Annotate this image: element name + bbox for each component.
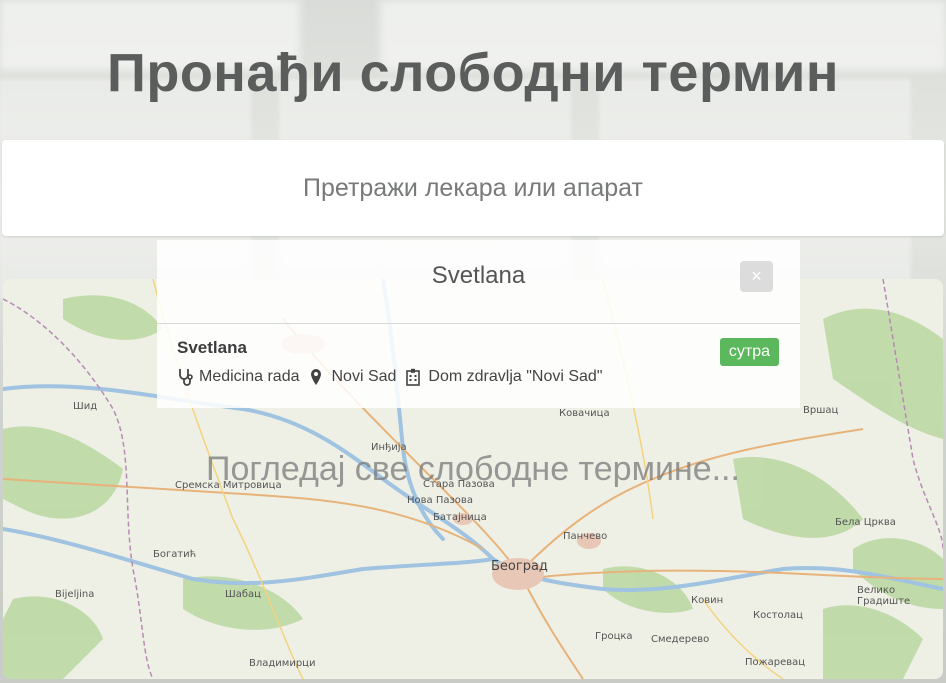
clear-search-button[interactable]: ×: [740, 261, 773, 292]
result-meta: Medicina rada Novi Sad Dom zdravlja "Nov…: [177, 368, 780, 386]
map-label-kostolac: Костолац: [753, 610, 803, 621]
map-marker-icon: [310, 368, 326, 386]
see-all-slots-link[interactable]: Погледај све слободне термине...: [0, 450, 946, 489]
search-query-text[interactable]: Svetlana: [157, 262, 800, 290]
map-label-pancevo: Панчево: [563, 531, 608, 542]
availability-badge: сутра: [719, 338, 779, 366]
map-label-sabac: Шабац: [225, 589, 261, 600]
hospital-icon: [406, 368, 422, 386]
map-label-bijeljina: Bijeljina: [55, 589, 95, 600]
specialty-label: Medicina rada: [199, 368, 300, 385]
stethoscope-icon: [177, 368, 193, 386]
map-label-vrsac: Вршац: [803, 405, 839, 416]
map-label-vladimirci: Владимирци: [249, 658, 316, 669]
map-label-beograd: Београд: [491, 559, 548, 574]
map-label-bogatic: Богатић: [153, 549, 197, 560]
search-results-dropdown: Svetlana × Svetlana сутра Medicina rada …: [157, 240, 800, 408]
map-label-sid: Шид: [73, 401, 98, 412]
map-label-bela-crkva: Бела Црква: [835, 517, 896, 528]
result-item[interactable]: Svetlana сутра Medicina rada Novi Sad Do…: [157, 324, 800, 408]
city-label: Novi Sad: [331, 368, 397, 385]
city: Novi Sad: [310, 368, 397, 386]
map-label-kovacica: Ковачица: [559, 408, 610, 419]
institution: Dom zdravlja "Novi Sad": [406, 368, 603, 386]
doctor-name: Svetlana: [177, 338, 247, 357]
map-label-smederevo: Смедерево: [651, 634, 710, 645]
search-input[interactable]: Претражи лекара или апарат: [2, 140, 944, 236]
map-label-pozarevac: Пожаревац: [745, 657, 806, 668]
map-label-kovin: Ковин: [691, 595, 724, 606]
specialty: Medicina rada: [177, 368, 300, 386]
map-label-batajnica: Батајница: [433, 512, 487, 523]
map-label-grocka: Гроцка: [595, 631, 633, 642]
map-label-nova-pazova: Нова Пазова: [407, 495, 473, 506]
page-title: Пронађи слободни термин: [107, 43, 839, 103]
map-label-veliko-gradiste: Велико Градиште: [857, 585, 911, 607]
institution-label: Dom zdravlja "Novi Sad": [428, 368, 603, 385]
